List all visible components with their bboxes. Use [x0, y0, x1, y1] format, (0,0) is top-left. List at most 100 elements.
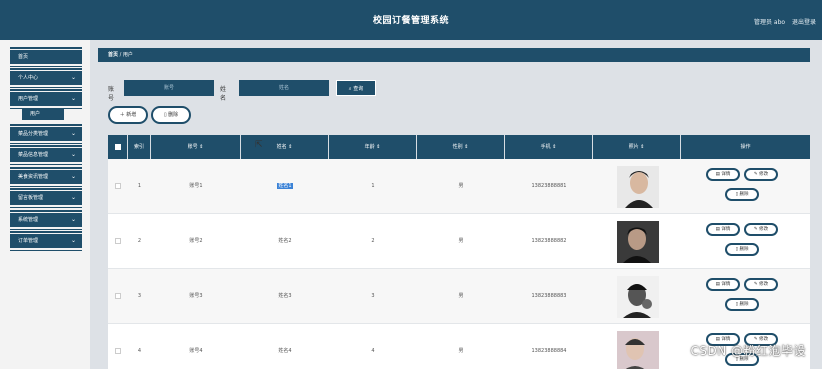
pencil-icon: ✎	[753, 172, 758, 177]
sidebar-item-dish-info[interactable]: 菜品信息管理 ⌄	[10, 145, 82, 165]
cell-name: 姓名4	[278, 348, 292, 354]
table-header: 索引 账号 ⇕ 姓名 ⇕ 年龄 ⇕ 性别 ⇕ 手机 ⇕ 照片 ⇕ 操作	[108, 135, 810, 159]
row-delete-button[interactable]: ▯ 删除	[725, 243, 759, 256]
edit-button[interactable]: ✎ 修改	[744, 223, 778, 236]
detail-button[interactable]: ▤ 详情	[706, 168, 740, 181]
sidebar-item-label: 个人中心	[18, 75, 39, 81]
cell-gender: 男	[458, 293, 464, 299]
column-gender[interactable]: 性别 ⇕	[417, 135, 505, 159]
sidebar-item-system[interactable]: 系统管理 ⌄	[10, 210, 82, 230]
user-photo	[617, 166, 659, 208]
user-photo	[617, 221, 659, 263]
user-photo	[617, 331, 659, 369]
column-phone[interactable]: 手机 ⇕	[505, 135, 593, 159]
cell-phone: 13823888884	[531, 348, 567, 354]
doc-icon: ▤	[715, 282, 720, 287]
edit-button[interactable]: ✎ 修改	[744, 168, 778, 181]
account-search-input[interactable]	[124, 80, 214, 96]
cell-name: 姓名2	[278, 238, 292, 244]
row-delete-label: 删除	[739, 192, 749, 197]
cell-phone: 13823888883	[531, 293, 567, 299]
table-row: 3 账号3 姓名3 3 男 13823888883 ▤ 详情 ✎ 修改 ▯ 删除	[108, 269, 810, 324]
cell-name: 姓名1	[241, 159, 329, 214]
user-area: 管理员 abo 退出登录	[749, 17, 816, 26]
chevron-down-icon: ⌄	[70, 173, 76, 180]
chevron-down-icon: ⌄	[70, 237, 76, 244]
cell-account: 账号1	[189, 183, 203, 189]
cell-phone: 13823888882	[531, 238, 567, 244]
sidebar-item-orders[interactable]: 订单管理 ⌄	[10, 231, 82, 251]
table-row: 2 账号2 姓名2 2 男 13823888882 ▤ 详情 ✎ 修改 ▯ 删除	[108, 214, 810, 269]
name-label: 姓名	[220, 86, 227, 102]
selected-text: 姓名1	[277, 183, 293, 189]
sidebar-item-label: 美食资讯管理	[18, 174, 49, 180]
sidebar-item-label: 系统管理	[18, 217, 39, 223]
app-title: 校园订餐管理系统	[372, 16, 449, 26]
column-age[interactable]: 年龄 ⇕	[329, 135, 417, 159]
cell-account: 账号2	[189, 238, 203, 244]
sidebar-item-food-news[interactable]: 美食资讯管理 ⌄	[10, 167, 82, 187]
chevron-down-icon: ⌄	[70, 151, 76, 158]
cell-gender: 男	[458, 238, 464, 244]
search-icon: ⌕	[348, 86, 352, 92]
sidebar-item-dish-category[interactable]: 菜品分类管理 ⌄	[10, 124, 82, 144]
sidebar-subitem-user[interactable]: 用户	[22, 109, 64, 120]
mouse-cursor-icon: ⇱	[255, 140, 263, 150]
delete-button-label: 删除	[168, 112, 179, 118]
row-checkbox[interactable]	[115, 238, 121, 244]
sidebar-item-home[interactable]: 首页	[10, 47, 82, 67]
query-button[interactable]: ⌕ 查询	[336, 80, 376, 96]
add-button[interactable]: ＋ 新增	[108, 106, 148, 124]
watermark: CSDN @粉红泡毕设	[690, 344, 806, 358]
detail-label: 详情	[721, 282, 731, 287]
chevron-down-icon: ⌄	[70, 130, 76, 137]
cell-account: 账号4	[189, 348, 203, 354]
delete-button[interactable]: ▯ 删除	[151, 106, 191, 124]
breadcrumb-separator: /	[119, 52, 122, 58]
plus-icon: ＋	[119, 112, 125, 118]
logout-link[interactable]: 退出登录	[792, 19, 816, 26]
sidebar-item-message-board[interactable]: 留言板管理 ⌄	[10, 188, 82, 208]
sidebar-item-personal-center[interactable]: 个人中心 ⌄	[10, 68, 82, 88]
detail-button[interactable]: ▤ 详情	[706, 223, 740, 236]
row-delete-button[interactable]: ▯ 删除	[725, 298, 759, 311]
row-checkbox[interactable]	[115, 183, 121, 189]
edit-label: 修改	[759, 227, 769, 232]
cell-index: 4	[137, 348, 142, 354]
chevron-down-icon: ⌄	[70, 95, 76, 102]
sidebar-item-label: 首页	[18, 54, 29, 60]
column-actions: 操作	[740, 144, 751, 150]
edit-label: 修改	[759, 282, 769, 287]
detail-label: 详情	[721, 227, 731, 232]
select-all-cell	[108, 135, 128, 159]
doc-icon: ▤	[715, 227, 720, 232]
edit-button[interactable]: ✎ 修改	[744, 278, 778, 291]
cell-account: 账号3	[189, 293, 203, 299]
breadcrumb-home[interactable]: 首页	[108, 52, 118, 58]
row-delete-button[interactable]: ▯ 删除	[725, 188, 759, 201]
sidebar-item-label: 菜品分类管理	[18, 131, 49, 137]
select-all-checkbox[interactable]	[115, 144, 121, 150]
sidebar-item-label: 菜品信息管理	[18, 152, 49, 158]
add-button-label: 新增	[126, 112, 137, 118]
name-search-input[interactable]	[239, 80, 329, 96]
column-account[interactable]: 账号 ⇕	[151, 135, 241, 159]
sidebar-item-user-management[interactable]: 用户管理 ⌄	[10, 89, 82, 109]
main-content: 首页 / 用户 账号 姓名 ⌕ 查询 ＋ 新增 ▯ 删除 索引 账号 ⇕ 姓名 …	[90, 40, 822, 369]
table-row: 1 账号1 姓名1 1 男 13823888881 ▤ 详情 ✎ 修改 ▯ 删除	[108, 159, 810, 214]
row-checkbox[interactable]	[115, 293, 121, 299]
detail-button[interactable]: ▤ 详情	[706, 278, 740, 291]
row-checkbox[interactable]	[115, 348, 121, 354]
sidebar-item-label: 订单管理	[18, 238, 39, 244]
column-photo[interactable]: 照片 ⇕	[593, 135, 681, 159]
breadcrumb: 首页 / 用户	[98, 48, 810, 62]
cell-age: 1	[371, 183, 375, 189]
pencil-icon: ✎	[753, 282, 758, 287]
edit-label: 修改	[759, 172, 769, 177]
sidebar-item-label: 用户管理	[18, 96, 39, 102]
cell-gender: 男	[458, 183, 464, 189]
pencil-icon: ✎	[753, 227, 758, 232]
cell-age: 3	[371, 293, 375, 299]
current-user: 管理员 abo	[753, 19, 786, 26]
trash-icon: ▯	[735, 247, 739, 252]
